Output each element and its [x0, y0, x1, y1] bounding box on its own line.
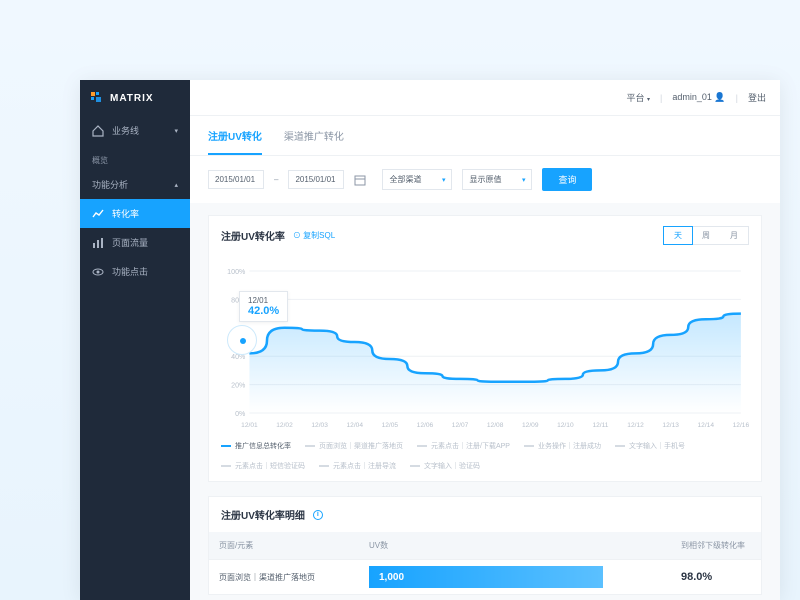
home-icon: [92, 125, 104, 137]
svg-text:12/13: 12/13: [662, 422, 679, 429]
cell-uv-bar: 1,000: [359, 560, 671, 594]
logo-icon: [90, 91, 104, 105]
filter-bar: – 全部渠道▾ 显示原值▾ 查询: [190, 156, 780, 203]
app-window: MATRIX 业务线 ▾ 概览 功能分析 ▴ 转化率 页面流量 功能点击: [80, 80, 780, 600]
legend-item[interactable]: 元素点击｜注册/下载APP: [417, 441, 510, 451]
main-area: 平台 ▾ | admin_01 👤 | 登出 注册UV转化 渠道推广转化 – 全…: [190, 80, 780, 600]
svg-text:12/12: 12/12: [627, 422, 644, 429]
sidebar-item-label: 转化率: [112, 207, 139, 220]
chevron-down-icon: ▾: [522, 176, 526, 184]
period-toggle: 天 周 月: [663, 226, 749, 245]
col-page-element: 页面/元素: [209, 532, 359, 559]
table-header: 页面/元素 UV数 到相邻下级转化率: [209, 532, 761, 559]
logout-link[interactable]: 登出: [748, 91, 766, 104]
sidebar-item-conversion-rate[interactable]: 转化率: [80, 199, 190, 228]
display-select[interactable]: 显示原值▾: [462, 169, 532, 190]
tab-channel-promotion[interactable]: 渠道推广转化: [284, 128, 344, 155]
sidebar-item-label: 页面流量: [112, 236, 148, 249]
legend-item[interactable]: 推广信息总转化率: [221, 441, 291, 451]
chart-area: 12/01 42.0% 0%20%40%80%100%12/0112/0212/…: [209, 255, 761, 437]
line-chart: 0%20%40%80%100%12/0112/0212/0312/0412/05…: [221, 263, 749, 433]
eye-icon: [92, 266, 104, 278]
chart-legend: 推广信息总转化率 页面浏览｜渠道推广落地页 元素点击｜注册/下载APP 业务操作｜注册…: [209, 437, 761, 481]
platform-dropdown[interactable]: 平台 ▾: [626, 91, 650, 104]
tab-bar: 注册UV转化 渠道推广转化: [190, 116, 780, 156]
svg-text:12/03: 12/03: [311, 422, 328, 429]
legend-item[interactable]: 元素点击｜注册导流: [319, 461, 396, 471]
period-day[interactable]: 天: [663, 226, 693, 245]
uv-bar: 1,000: [369, 566, 603, 588]
chart-tooltip: 12/01 42.0%: [239, 291, 288, 322]
cell-rate: 98.0%: [671, 563, 761, 591]
svg-text:12/07: 12/07: [452, 422, 469, 429]
svg-text:12/09: 12/09: [522, 422, 539, 429]
query-button[interactable]: 查询: [542, 168, 592, 191]
svg-text:12/14: 12/14: [698, 422, 715, 429]
chevron-down-icon: ▾: [647, 97, 650, 103]
detail-title: 注册UV转化率明细 i: [221, 507, 323, 522]
svg-text:12/04: 12/04: [346, 422, 363, 429]
content-scroll[interactable]: 注册UV转化率 ⊙ 复制SQL 天 周 月 12/01 42.0%: [190, 203, 780, 600]
topbar: 平台 ▾ | admin_01 👤 | 登出: [190, 80, 780, 116]
cell-label: 页面浏览｜渠道推广落地页: [209, 564, 359, 591]
channel-select[interactable]: 全部渠道▾: [382, 169, 452, 190]
info-icon[interactable]: i: [313, 510, 323, 520]
legend-item[interactable]: 文字输入｜手机号: [615, 441, 685, 451]
detail-card: 注册UV转化率明细 i 页面/元素 UV数 到相邻下级转化率 页面浏览｜渠道推广…: [208, 496, 762, 595]
col-uv: UV数: [359, 532, 671, 559]
svg-text:12/02: 12/02: [276, 422, 293, 429]
chart-icon: [92, 208, 104, 220]
svg-text:12/06: 12/06: [417, 422, 434, 429]
chart-title: 注册UV转化率 ⊙ 复制SQL: [221, 228, 335, 243]
logo: MATRIX: [80, 80, 190, 116]
svg-text:12/10: 12/10: [557, 422, 574, 429]
svg-text:12/11: 12/11: [592, 422, 608, 429]
legend-item[interactable]: 元素点击｜短信验证码: [221, 461, 305, 471]
legend-item[interactable]: 页面浏览｜渠道推广落地页: [305, 441, 403, 451]
svg-text:40%: 40%: [231, 354, 246, 361]
copy-sql-link[interactable]: ⊙ 复制SQL: [293, 230, 335, 241]
svg-text:12/01: 12/01: [241, 422, 258, 429]
tooltip-marker-icon: [227, 325, 257, 355]
svg-text:12/08: 12/08: [487, 422, 504, 429]
user-menu[interactable]: admin_01 👤: [672, 92, 725, 103]
logo-text: MATRIX: [110, 93, 154, 104]
sidebar-item-function-click[interactable]: 功能点击: [80, 257, 190, 286]
svg-text:0%: 0%: [235, 411, 246, 418]
tab-register-uv[interactable]: 注册UV转化: [208, 128, 262, 155]
svg-text:20%: 20%: [231, 383, 246, 390]
bar-icon: [92, 237, 104, 249]
sidebar: MATRIX 业务线 ▾ 概览 功能分析 ▴ 转化率 页面流量 功能点击: [80, 80, 190, 600]
sidebar-item-label: 功能分析: [92, 178, 128, 191]
chevron-down-icon: ▾: [174, 127, 178, 135]
sidebar-item-label: 概览: [92, 155, 108, 166]
svg-text:12/16: 12/16: [733, 422, 749, 429]
svg-text:100%: 100%: [227, 269, 246, 276]
period-week[interactable]: 周: [692, 227, 720, 244]
chevron-up-icon: ▴: [174, 181, 178, 189]
sidebar-item-business-line[interactable]: 业务线 ▾: [80, 116, 190, 145]
calendar-icon[interactable]: [354, 174, 366, 186]
col-rate: 到相邻下级转化率: [671, 532, 761, 559]
legend-item[interactable]: 文字输入｜验证码: [410, 461, 480, 471]
sidebar-item-label: 业务线: [112, 124, 139, 137]
sidebar-item-label: 功能点击: [112, 265, 148, 278]
legend-item[interactable]: 业务操作｜注册成功: [524, 441, 601, 451]
sidebar-section-overview: 概览: [80, 145, 190, 170]
chart-card: 注册UV转化率 ⊙ 复制SQL 天 周 月 12/01 42.0%: [208, 215, 762, 482]
table-row: 页面浏览｜渠道推广落地页 1,000 98.0%: [209, 559, 761, 594]
avatar-icon: 👤: [714, 92, 725, 102]
sidebar-item-function-analysis[interactable]: 功能分析 ▴: [80, 170, 190, 199]
sidebar-item-page-traffic[interactable]: 页面流量: [80, 228, 190, 257]
date-to-input[interactable]: [288, 170, 344, 189]
svg-text:12/05: 12/05: [382, 422, 399, 429]
chevron-down-icon: ▾: [442, 176, 446, 184]
date-from-input[interactable]: [208, 170, 264, 189]
period-month[interactable]: 月: [720, 227, 748, 244]
